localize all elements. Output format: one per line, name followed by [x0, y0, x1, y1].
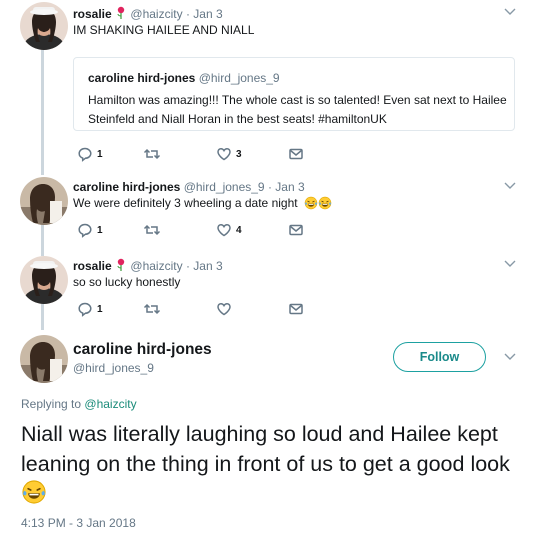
tweet-header: rosalie @haizcity · Jan 3: [73, 6, 223, 21]
author-name[interactable]: rosalie: [73, 259, 112, 273]
heart-icon: [216, 222, 232, 238]
chevron-down-icon[interactable]: [502, 258, 518, 270]
author-name[interactable]: rosalie: [73, 7, 112, 21]
avatar[interactable]: [20, 2, 68, 50]
rose-emoji: [116, 258, 126, 272]
reply-icon: [77, 301, 93, 317]
reply-count: 1: [97, 224, 103, 236]
retweet-button[interactable]: [143, 146, 165, 162]
tweet-header: rosalie @haizcity · Jan 3: [73, 258, 223, 273]
like-button[interactable]: [216, 301, 236, 317]
main-tweet-text: Niall was literally laughing so loud and…: [21, 419, 526, 509]
replying-prefix: Replying to: [21, 397, 82, 411]
author-name[interactable]: caroline hird-jones: [73, 180, 180, 194]
author-handle[interactable]: @hird_jones_9: [73, 361, 154, 375]
envelope-icon: [288, 301, 304, 317]
retweet-button[interactable]: [143, 222, 165, 238]
author-handle[interactable]: @haizcity: [130, 259, 182, 273]
avatar[interactable]: [20, 177, 68, 225]
rose-emoji: [116, 6, 126, 20]
retweet-button[interactable]: [143, 301, 165, 317]
reply-button[interactable]: 1: [77, 222, 103, 238]
tweet-date[interactable]: · Jan 3: [186, 7, 223, 21]
envelope-icon: [288, 146, 304, 162]
tweet-text: so so lucky honestly: [73, 275, 181, 289]
reply-count: 1: [97, 148, 103, 160]
reply-count: 1: [97, 303, 103, 315]
tears-of-joy-emoji: [318, 196, 332, 210]
quote-text: Hamilton was amazing!!! The whole cast i…: [88, 93, 507, 126]
follow-button[interactable]: Follow: [393, 342, 486, 372]
envelope-icon: [288, 222, 304, 238]
retweet-icon: [143, 146, 161, 162]
chevron-down-icon[interactable]: [502, 6, 518, 18]
like-button[interactable]: 4: [216, 222, 242, 238]
quoted-tweet[interactable]: caroline hird-jones @hird_jones_9 Hamilt…: [73, 57, 515, 131]
retweet-icon: [143, 301, 161, 317]
thread-line: [41, 50, 44, 175]
tweet-date[interactable]: · Jan 3: [268, 180, 305, 194]
avatar[interactable]: [20, 256, 68, 304]
heart-icon: [216, 301, 232, 317]
tweet-text: We were definitely 3 wheeling a date nig…: [73, 196, 332, 210]
reply-button[interactable]: 1: [77, 146, 103, 162]
tweet-text: IM SHAKING HAILEE AND NIALL: [73, 23, 255, 37]
tweet-header: caroline hird-jones @hird_jones_9 · Jan …: [73, 180, 305, 194]
quote-author-name: caroline hird-jones: [88, 71, 196, 85]
tweet-date[interactable]: · Jan 3: [186, 259, 223, 273]
retweet-icon: [143, 222, 161, 238]
tweet-timestamp[interactable]: 4:13 PM - 3 Jan 2018: [21, 516, 136, 530]
author-handle[interactable]: @haizcity: [130, 7, 182, 21]
replying-mention-link[interactable]: @haizcity: [84, 397, 136, 411]
quote-header: caroline hird-jones @hird_jones_9: [88, 71, 280, 85]
tears-of-joy-emoji: [304, 196, 318, 210]
reply-icon: [77, 146, 93, 162]
tears-of-joy-emoji: [21, 479, 47, 505]
thread-line: [41, 225, 44, 256]
quote-author-handle: @hird_jones_9: [198, 71, 280, 85]
like-button[interactable]: 3: [216, 146, 242, 162]
main-tweet-text-content: Niall was literally laughing so loud and…: [21, 422, 510, 476]
direct-message-button[interactable]: [288, 146, 304, 162]
like-count: 3: [236, 148, 242, 160]
author-handle[interactable]: @hird_jones_9: [184, 180, 265, 194]
reply-icon: [77, 222, 93, 238]
direct-message-button[interactable]: [288, 222, 304, 238]
chevron-down-icon[interactable]: [502, 351, 518, 363]
replying-to: Replying to @haizcity: [21, 397, 137, 411]
reply-button[interactable]: 1: [77, 301, 103, 317]
avatar[interactable]: [20, 335, 68, 383]
chevron-down-icon[interactable]: [502, 180, 518, 192]
thread-line: [41, 304, 44, 330]
direct-message-button[interactable]: [288, 301, 304, 317]
heart-icon: [216, 146, 232, 162]
tweet-text-content: We were definitely 3 wheeling a date nig…: [73, 196, 298, 210]
author-name[interactable]: caroline hird-jones: [73, 341, 212, 359]
like-count: 4: [236, 224, 242, 236]
